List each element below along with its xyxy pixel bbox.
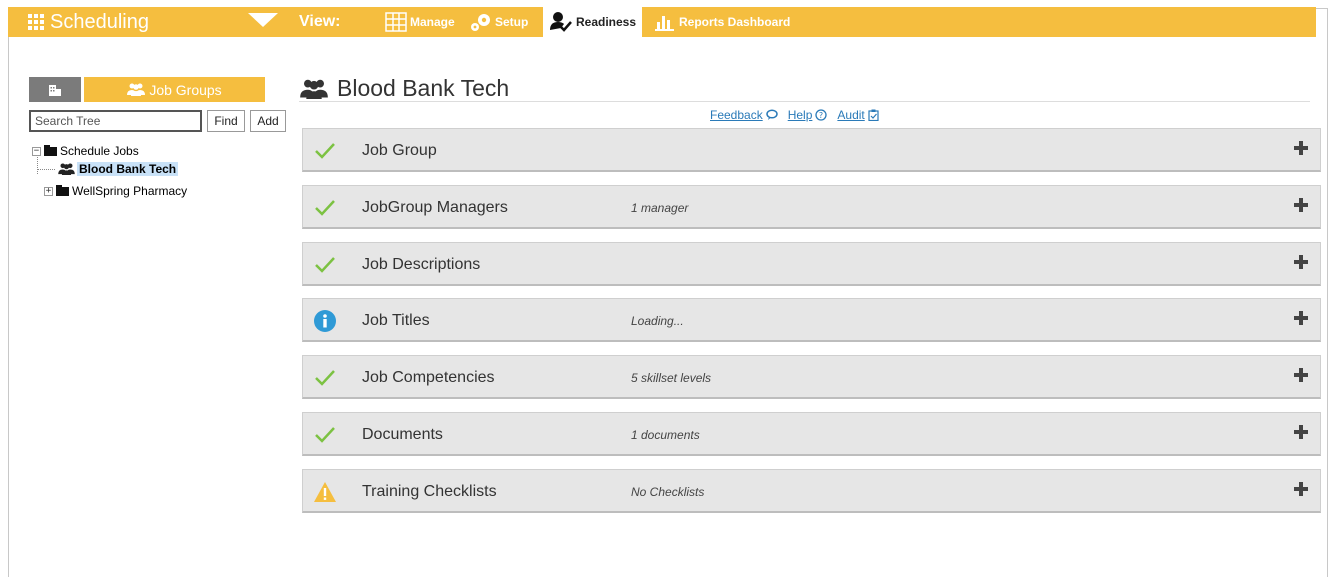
panel-job-descriptions[interactable]: Job Descriptions xyxy=(302,242,1321,286)
building-icon xyxy=(49,84,61,96)
check-icon xyxy=(313,196,337,220)
tab-readiness-label: Readiness xyxy=(576,15,637,29)
panel-label: Job Competencies xyxy=(362,369,495,386)
users-icon xyxy=(127,83,146,96)
panel-label: Job Group xyxy=(362,142,437,159)
panel-training-checklists[interactable]: Training Checklists No Checklists xyxy=(302,469,1321,513)
panel-label: Training Checklists xyxy=(362,483,497,500)
app-title: Scheduling xyxy=(50,10,149,33)
tab-manage-label: Manage xyxy=(410,15,455,29)
expand-plus-icon[interactable] xyxy=(1294,311,1308,325)
panel-documents[interactable]: Documents 1 documents xyxy=(302,412,1321,456)
page-title: Blood Bank Tech xyxy=(299,75,509,102)
panel-label: Job Titles xyxy=(362,312,430,329)
expand-plus-icon[interactable] xyxy=(1294,425,1308,439)
title-divider xyxy=(299,101,1310,102)
app-menu-caret-icon[interactable] xyxy=(248,13,278,27)
panel-summary: 1 documents xyxy=(631,428,700,442)
tab-setup[interactable]: Setup xyxy=(470,7,528,37)
gears-icon xyxy=(470,12,492,32)
warning-icon xyxy=(313,480,337,504)
tree-node-label: Blood Bank Tech xyxy=(77,162,179,176)
view-label: View: xyxy=(299,13,341,30)
users-icon xyxy=(299,79,329,99)
check-icon xyxy=(313,366,337,390)
bar-chart-icon xyxy=(654,12,676,32)
help-link[interactable]: Help ? xyxy=(788,108,828,122)
clipboard-check-icon xyxy=(868,109,879,121)
speech-bubble-icon xyxy=(765,109,778,120)
tab-setup-label: Setup xyxy=(495,15,529,29)
panel-label: Job Descriptions xyxy=(362,256,481,273)
job-groups-label: Job Groups xyxy=(149,81,222,98)
info-icon xyxy=(313,309,337,333)
collapse-icon[interactable]: − xyxy=(32,146,41,156)
buildings-view-button[interactable] xyxy=(29,77,81,102)
tree-node-schedule-jobs[interactable]: − Schedule Jobs xyxy=(32,144,139,158)
app-switcher[interactable]: Scheduling xyxy=(28,9,149,35)
folder-icon xyxy=(56,184,69,196)
tree-node-blood-bank-tech[interactable]: Blood Bank Tech xyxy=(58,162,179,176)
tab-readiness[interactable]: Readiness xyxy=(543,7,643,37)
folder-icon xyxy=(44,144,57,156)
panel-summary: 5 skillset levels xyxy=(631,371,712,385)
expand-plus-icon[interactable] xyxy=(1294,482,1308,496)
check-icon xyxy=(313,423,337,447)
help-links: Feedback Help ? Audit xyxy=(710,108,879,122)
top-bar: Scheduling View: Manage Setup Readiness … xyxy=(8,7,1316,37)
svg-text:?: ? xyxy=(819,111,823,120)
tree-connector xyxy=(37,169,55,170)
panel-job-group[interactable]: Job Group xyxy=(302,128,1321,172)
audit-link[interactable]: Audit xyxy=(837,108,879,122)
panel-summary: 1 manager xyxy=(631,201,689,215)
feedback-link[interactable]: Feedback xyxy=(710,108,778,122)
panel-summary: No Checklists xyxy=(631,485,705,499)
tree-node-label: WellSpring Pharmacy xyxy=(72,184,188,198)
help-link-label: Help xyxy=(787,108,813,122)
grid-table-icon xyxy=(385,12,407,32)
expand-plus-icon[interactable] xyxy=(1294,198,1308,212)
feedback-link-label: Feedback xyxy=(710,108,763,122)
expand-plus-icon[interactable] xyxy=(1294,368,1308,382)
panel-jobgroup-managers[interactable]: JobGroup Managers 1 manager xyxy=(302,185,1321,229)
add-button[interactable]: Add xyxy=(250,110,286,132)
panel-job-titles[interactable]: Job Titles Loading... xyxy=(302,298,1321,342)
panel-job-competencies[interactable]: Job Competencies 5 skillset levels xyxy=(302,355,1321,399)
find-button[interactable]: Find xyxy=(207,110,245,132)
check-icon xyxy=(313,139,337,163)
search-tree-input[interactable] xyxy=(29,110,202,132)
tree-connector xyxy=(37,157,38,174)
expand-plus-icon[interactable] xyxy=(1294,255,1308,269)
expand-plus-icon[interactable] xyxy=(1294,141,1308,155)
job-groups-button[interactable]: Job Groups xyxy=(84,77,265,102)
apps-grid-icon xyxy=(28,14,44,30)
panel-label: JobGroup Managers xyxy=(362,199,508,216)
users-icon xyxy=(58,163,75,175)
tab-reports-label: Reports Dashboard xyxy=(679,15,791,29)
expand-icon[interactable]: + xyxy=(44,186,53,196)
check-icon xyxy=(313,253,337,277)
tree-node-label: Schedule Jobs xyxy=(60,144,139,158)
audit-link-label: Audit xyxy=(837,108,865,122)
tab-manage[interactable]: Manage xyxy=(385,7,455,37)
panel-summary: Loading... xyxy=(631,314,684,328)
tree-node-wellspring-pharmacy[interactable]: + WellSpring Pharmacy xyxy=(44,184,187,198)
question-circle-icon: ? xyxy=(815,109,828,121)
page-title-text: Blood Bank Tech xyxy=(337,75,510,101)
user-check-icon xyxy=(549,11,573,33)
tab-reports-dashboard[interactable]: Reports Dashboard xyxy=(654,7,790,37)
panel-label: Documents xyxy=(362,426,443,443)
